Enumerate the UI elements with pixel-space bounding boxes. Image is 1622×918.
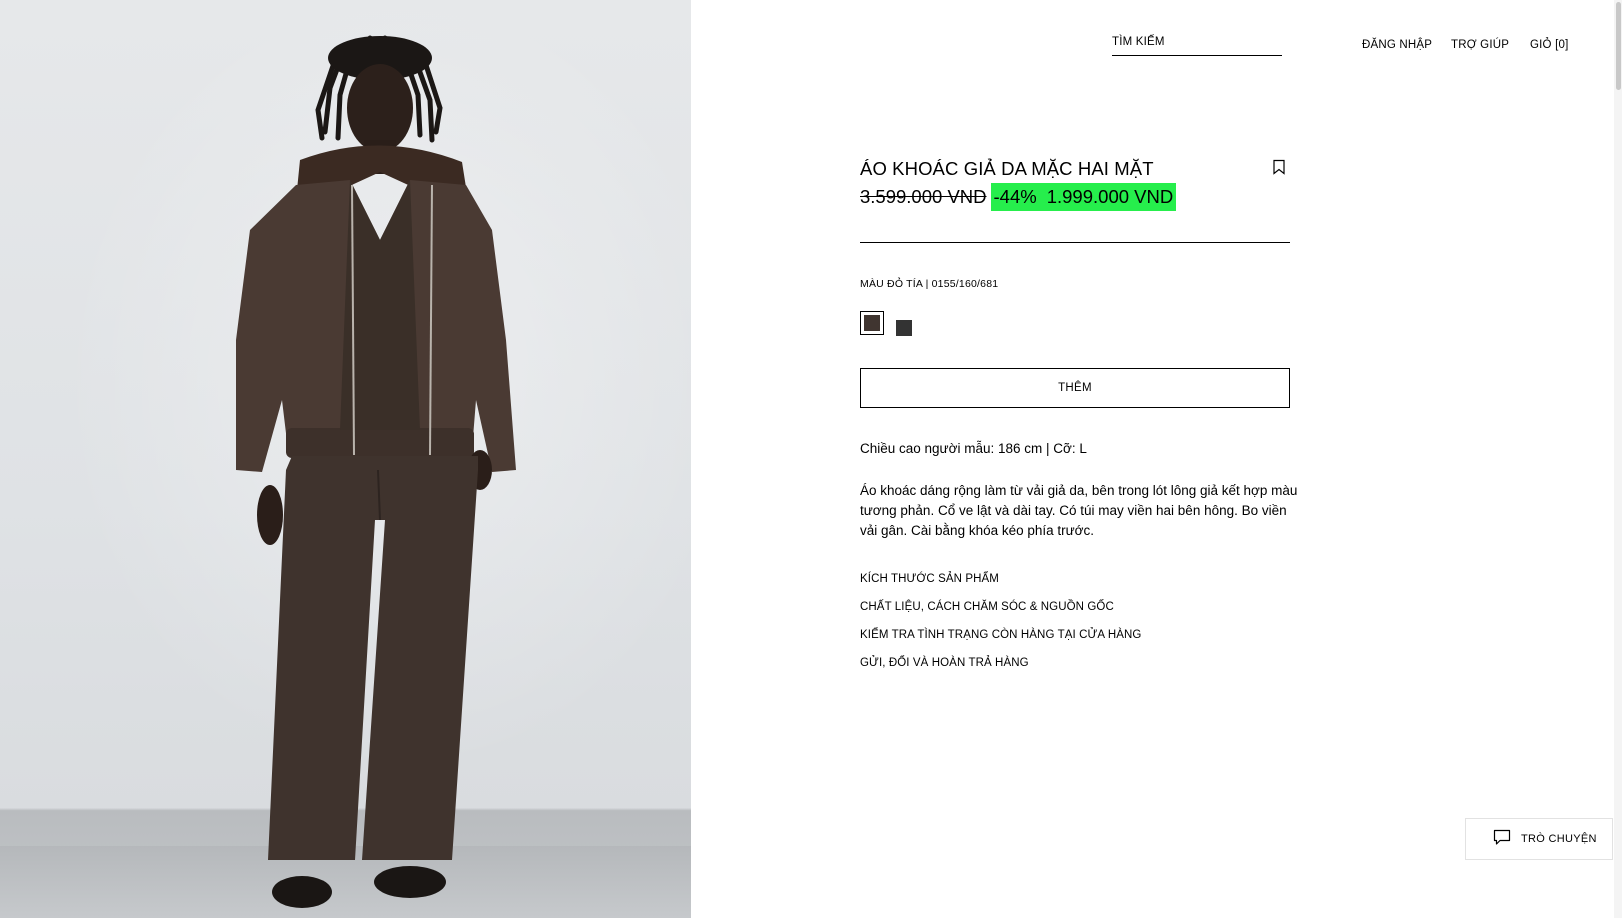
discount-percent: -44% [993, 186, 1037, 207]
product-description: Áo khoác dáng rộng làm từ vải giả da, bê… [860, 483, 1298, 538]
cart-link[interactable]: GIỎ [0] [1530, 39, 1568, 51]
add-to-cart-button[interactable]: THÊM [860, 368, 1290, 408]
chat-button[interactable]: TRÒ CHUYỆN [1465, 818, 1613, 860]
accordion-shipping-returns[interactable]: GỬI, ĐỔI VÀ HOÀN TRẢ HÀNG [860, 657, 1029, 669]
swatch-fill [864, 315, 880, 331]
swatch-fill [896, 320, 912, 336]
price-row: 3.599.000 VND -44% 1.999.000 VND [860, 183, 1177, 211]
bookmark-icon[interactable] [1272, 159, 1286, 175]
login-link[interactable]: ĐĂNG NHẬP [1362, 39, 1432, 51]
scrollbar-thumb[interactable] [1616, 2, 1621, 90]
help-link[interactable]: TRỢ GIÚP [1451, 39, 1509, 51]
model-illustration [236, 35, 516, 908]
sale-price: 1.999.000 VND [1046, 186, 1174, 207]
search-input[interactable]: TÌM KIẾM [1112, 36, 1282, 56]
product-image[interactable] [0, 0, 691, 918]
accordion-materials-care[interactable]: CHẤT LIỆU, CÁCH CHĂM SÓC & NGUỒN GỐC [860, 601, 1114, 613]
product-title: ÁO KHOÁC GIẢ DA MẶC HAI MẶT [860, 158, 1154, 179]
model-info: Chiều cao người mẫu: 186 cm | Cỡ: L [860, 441, 1087, 456]
original-price: 3.599.000 VND [860, 186, 987, 207]
color-swatch-selected[interactable] [860, 311, 884, 335]
chat-label: TRÒ CHUYỆN [1521, 833, 1597, 845]
sale-price-badge: -44% 1.999.000 VND [990, 183, 1177, 211]
accordion-product-size[interactable]: KÍCH THƯỚC SẢN PHẨM [860, 573, 999, 585]
chat-bubble-icon [1493, 829, 1511, 849]
scrollbar-track[interactable] [1614, 0, 1622, 918]
color-label: MÀU ĐỎ TÍA | 0155/160/681 [860, 278, 999, 290]
accordion-store-availability[interactable]: KIỂM TRA TÌNH TRẠNG CÒN HÀNG TẠI CỬA HÀN… [860, 629, 1141, 641]
color-swatch[interactable] [892, 316, 912, 336]
divider [860, 242, 1290, 243]
